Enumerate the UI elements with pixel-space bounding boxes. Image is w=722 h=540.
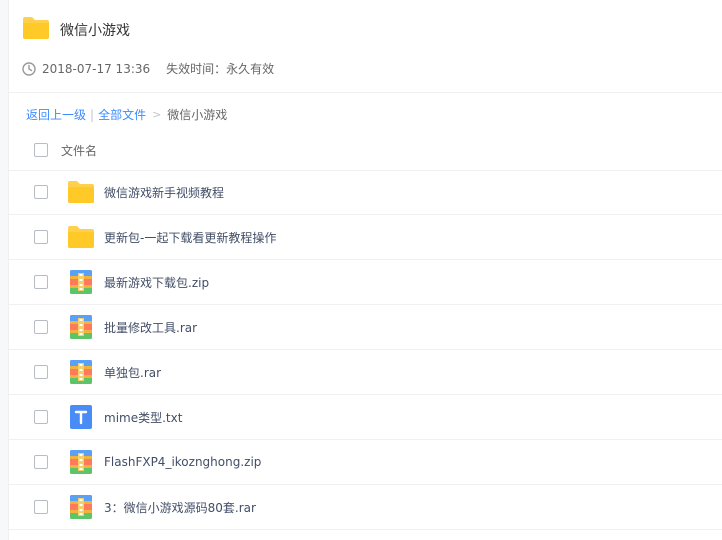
file-name[interactable]: 3：微信小游戏源码80套.rar: [104, 499, 256, 516]
file-name[interactable]: 微信游戏新手视频教程: [104, 184, 224, 201]
file-row[interactable]: 批量修改工具.rar: [8, 305, 722, 350]
file-name[interactable]: FlashFXP4_ikoznghong.zip: [104, 455, 261, 469]
file-name[interactable]: 更新包-一起下载看更新教程操作: [104, 229, 276, 246]
file-checkbox[interactable]: [34, 230, 48, 244]
all-files-link[interactable]: 全部文件: [98, 106, 146, 123]
breadcrumb-separator: |: [90, 107, 95, 122]
expire-time: 失效时间：永久有效: [166, 62, 275, 76]
file-checkbox[interactable]: [34, 320, 48, 334]
file-row[interactable]: 3：微信小游戏源码80套.rar: [8, 485, 722, 530]
file-checkbox[interactable]: [34, 275, 48, 289]
file-name[interactable]: mime类型.txt: [104, 409, 182, 426]
share-meta: 2018-07-17 13:36 失效时间：永久有效: [22, 60, 274, 77]
clock-icon: [22, 61, 36, 76]
folder-icon: [67, 223, 95, 251]
file-row[interactable]: 最新游戏下载包.zip: [8, 260, 722, 305]
back-link[interactable]: 返回上一级: [26, 106, 86, 123]
file-list: 微信游戏新手视频教程更新包-一起下载看更新教程操作 最新游戏下载包.zip 批量修改…: [8, 170, 722, 530]
file-checkbox[interactable]: [34, 185, 48, 199]
file-checkbox[interactable]: [34, 500, 48, 514]
folder-icon: [22, 16, 50, 44]
archive-icon: [67, 493, 95, 521]
text-file-icon: [67, 403, 95, 431]
archive-icon: [67, 358, 95, 386]
share-title: 微信小游戏: [60, 23, 130, 39]
file-row[interactable]: 单独包.rar: [8, 350, 722, 395]
breadcrumb: 返回上一级 | 全部文件 > 微信小游戏: [26, 106, 227, 123]
file-checkbox[interactable]: [34, 410, 48, 424]
breadcrumb-arrow: >: [152, 108, 162, 121]
file-list-header: 文件名: [8, 130, 722, 171]
file-name[interactable]: 最新游戏下载包.zip: [104, 274, 209, 291]
file-name[interactable]: 批量修改工具.rar: [104, 319, 197, 336]
archive-icon: [67, 313, 95, 341]
column-header-name: 文件名: [61, 143, 98, 158]
archive-icon: [67, 448, 95, 476]
archive-icon: [67, 268, 95, 296]
select-all-checkbox[interactable]: [34, 143, 48, 157]
breadcrumb-current: 微信小游戏: [167, 108, 228, 122]
share-title-row: 微信小游戏: [22, 16, 130, 44]
file-checkbox[interactable]: [34, 365, 48, 379]
folder-icon: [67, 178, 95, 206]
share-date: 2018-07-17 13:36: [42, 61, 151, 76]
file-checkbox[interactable]: [34, 455, 48, 469]
file-row[interactable]: 更新包-一起下载看更新教程操作: [8, 215, 722, 260]
share-header: 微信小游戏 2018-07-17 13:36 失效时间：永久有效: [8, 0, 722, 93]
file-row[interactable]: mime类型.txt: [8, 395, 722, 440]
file-row[interactable]: FlashFXP4_ikoznghong.zip: [8, 440, 722, 485]
file-name[interactable]: 单独包.rar: [104, 364, 161, 381]
file-row[interactable]: 微信游戏新手视频教程: [8, 170, 722, 215]
